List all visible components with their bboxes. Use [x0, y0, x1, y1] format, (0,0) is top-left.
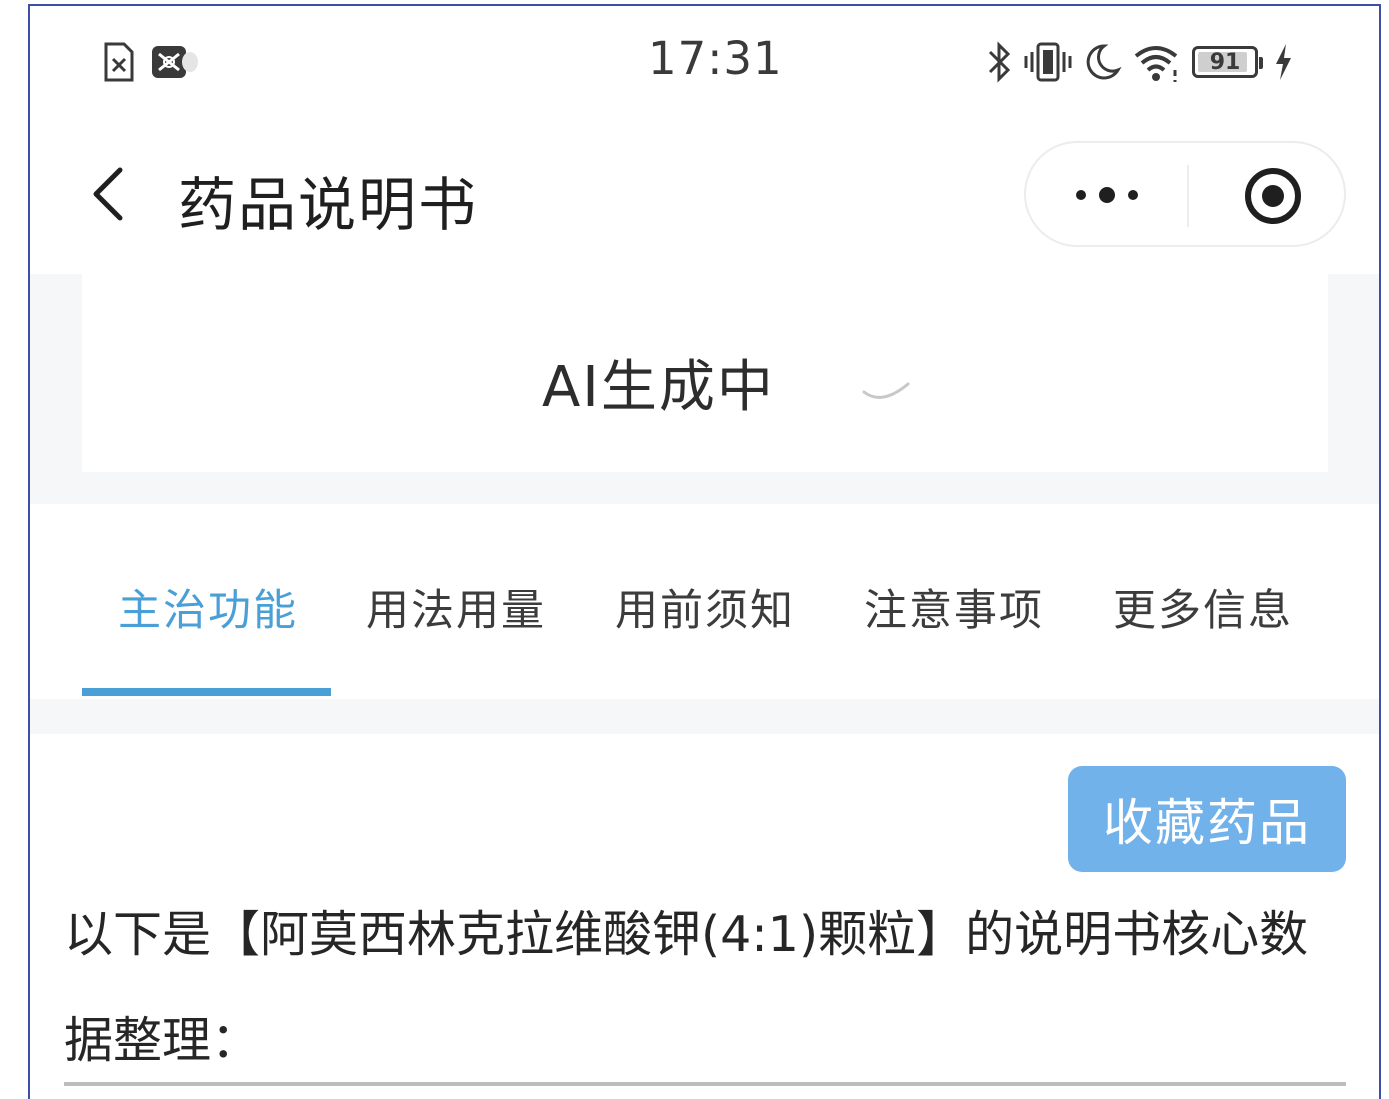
content-background: AI生成中 主治功能 用法用量 用前须知 注意事项 更多信息	[30, 274, 1379, 734]
divider	[64, 1082, 1346, 1086]
game-icon	[152, 46, 198, 78]
capsule-divider	[1187, 165, 1189, 227]
active-tab-indicator	[82, 688, 331, 696]
bluetooth-icon	[988, 41, 1011, 83]
battery-icon: 91	[1192, 46, 1263, 78]
status-bar: 17:31 91	[30, 6, 1379, 121]
record-close-icon[interactable]	[1244, 167, 1302, 225]
tab-more-info[interactable]: 更多信息	[1113, 576, 1293, 638]
ai-status-card: AI生成中	[82, 274, 1328, 472]
chevron-left-icon[interactable]	[82, 164, 142, 224]
tab-bar: 主治功能 用法用量 用前须知 注意事项 更多信息	[30, 504, 1379, 699]
status-left	[102, 42, 202, 82]
ai-status-text: AI生成中	[542, 355, 775, 420]
tab-precautions-before-use[interactable]: 用前须知	[615, 576, 795, 638]
nav-bar: 药品说明书	[30, 136, 1379, 256]
loading-spinner-icon	[862, 382, 910, 399]
miniprogram-capsule	[1024, 141, 1346, 247]
tab-indications[interactable]: 主治功能	[118, 576, 298, 638]
favorite-drug-button[interactable]: 收藏药品	[1068, 766, 1346, 872]
wifi-icon	[1134, 46, 1178, 82]
tab-dosage[interactable]: 用法用量	[366, 576, 546, 638]
instruction-intro-text: 以下是【阿莫西林克拉维酸钾(4:1)颗粒】的说明书核心数据整理：	[64, 906, 1309, 1069]
tab-cautions[interactable]: 注意事项	[864, 576, 1044, 638]
charging-icon	[1276, 44, 1291, 80]
status-time: 17:31	[648, 32, 783, 85]
page-title: 药品说明书	[178, 171, 479, 239]
vibrate-icon	[1024, 42, 1072, 82]
battery-level: 91	[1209, 49, 1241, 75]
more-dots-icon[interactable]	[1072, 183, 1142, 207]
sim-error-icon	[104, 42, 134, 82]
do-not-disturb-icon	[1086, 44, 1122, 80]
status-right: 91	[984, 40, 1298, 84]
phone-screen: 17:31 91 药品说明书 AI生成中 主治功能 用法用量 用前须知 注意事项…	[28, 4, 1381, 1099]
